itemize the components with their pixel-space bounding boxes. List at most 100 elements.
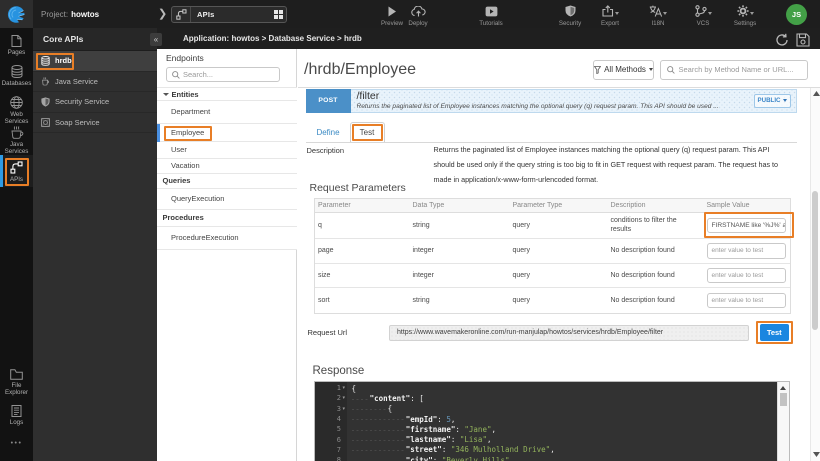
endpoints-section-entities[interactable]: Entities [157,87,297,101]
refresh-icon [775,33,789,47]
endpoint-item-query-execution[interactable]: QueryExecution [157,189,297,210]
deploy-button[interactable]: Deploy [398,5,438,27]
sidebar-header: Core APIs [33,28,157,51]
endpoints-section-procedures[interactable]: Procedures [157,210,297,227]
sample-value-input-page[interactable]: enter value to test [707,243,787,259]
code-line: "city": "Beverly Hills", [347,455,777,461]
table-row-sort: sort string query No description found e… [315,288,790,313]
visibility-dropdown[interactable]: PUBLIC [754,94,791,108]
save-button[interactable] [796,33,810,47]
rail-overflow-dots[interactable]: ••• [0,440,33,447]
search-icon [172,71,180,79]
shield-icon [565,5,576,17]
project-label: Project: howtos [41,0,99,28]
grid-icon[interactable] [274,10,283,19]
code-line: "empId": 5, [347,414,777,424]
endpoints-search-input[interactable]: Search... [166,67,280,82]
table-row-page: page integer query No description found … [315,239,790,264]
sidebar-item-java-service[interactable]: Java Service [33,72,157,93]
vcs-button[interactable]: VCS [683,5,723,27]
security-button[interactable]: Security [550,5,590,27]
code-line-number: 7 [315,445,347,455]
filter-icon [594,66,601,74]
rail-item-logs[interactable]: Logs [0,405,33,426]
breadcrumb[interactable]: Application: howtos > Database Service >… [183,28,362,49]
rail-item-java-services[interactable]: JavaServices [0,126,33,155]
code-line-number: 4 [315,414,347,424]
globe-icon [10,96,23,109]
code-line-number: 8 [315,455,347,461]
caret-down-icon [750,12,754,15]
sidebar-item-soap-service[interactable]: Soap Service [33,113,157,134]
log-file-icon [11,405,22,417]
caret-down-icon [649,68,653,71]
coffee-cup-icon [10,126,24,139]
scroll-up-arrow[interactable] [813,91,820,96]
play-icon [387,5,397,17]
code-line: "firstname": "Jane", [347,424,777,434]
caret-down-icon [663,12,667,15]
rail-item-databases[interactable]: Databases [0,65,33,87]
refresh-button[interactable] [775,33,789,47]
annotation-box-hrdb [36,53,74,70]
export-button[interactable]: Export [590,5,630,27]
rail-item-label: FileExplorer [2,382,32,396]
rail-item-web-services[interactable]: WebServices [0,96,33,125]
save-icon [796,33,810,47]
search-placeholder: Search... [183,70,213,79]
wavemaker-logo[interactable] [0,0,33,28]
caret-down-icon [615,12,619,15]
chevron-right-icon: ❯ [158,7,168,21]
user-avatar[interactable]: JS [786,4,807,25]
code-scrollbar[interactable] [777,382,789,461]
post-method-badge[interactable]: POST [306,89,351,114]
scroll-down-arrow[interactable] [813,452,820,457]
sidebar-collapse-button[interactable]: « [150,33,162,46]
sidebar-item-security-service[interactable]: Security Service [33,92,157,113]
caret-down-icon [708,12,712,15]
code-area: { "content": [ { "empId": 5, "firstname"… [347,382,777,461]
description-label: Description [307,146,345,155]
apis-tab-label: APIs [191,10,274,19]
sample-value-input-size[interactable]: enter value to test [707,268,787,284]
table-row-size: size integer query No description found … [315,264,790,289]
settings-button[interactable]: Settings [725,5,765,27]
response-heading: Response [313,365,365,377]
rail-item-apis-content[interactable]: APIs [0,161,33,183]
tab-define[interactable]: Define [312,124,344,141]
triangle-down-icon [163,93,169,96]
sidebar-title: Core APIs [43,34,83,44]
folder-icon [10,369,23,380]
code-line: "street": "346 Mulholland Drive", [347,445,777,455]
endpoint-item-department[interactable]: Department [157,101,297,124]
request-url-label: Request Url [308,328,348,337]
code-line-number: 6 [315,434,347,444]
endpoints-section-queries[interactable]: Queries [157,174,297,190]
code-line-number: 5 [315,424,347,434]
i18n-button[interactable]: I18N [638,5,678,27]
database-icon [11,65,23,78]
coffee-cup-icon [41,77,50,86]
export-icon [602,5,619,17]
code-line-number: 3▾ [315,404,347,414]
rail-item-pages[interactable]: Pages [0,35,33,56]
response-code-editor[interactable]: 1▾2▾3▾45678 { "content": [ { "empId": 5,… [314,381,790,461]
scrollbar-thumb[interactable] [780,393,787,406]
rail-item-label: WebServices [2,111,32,125]
endpoint-item-procedure-execution[interactable]: ProcedureExecution [157,227,297,250]
apis-workspace-tab[interactable]: APIs [171,6,287,23]
endpoint-item-user[interactable]: User [157,142,297,159]
apis-icon [10,161,23,174]
sample-value-input-sort[interactable]: enter value to test [707,293,787,309]
tutorials-button[interactable]: Tutorials [471,5,511,27]
video-icon [485,5,498,17]
scrollbar-thumb[interactable] [812,191,819,330]
endpoint-item-vacation[interactable]: Vacation [157,159,297,174]
rail-item-file-explorer[interactable]: FileExplorer [0,369,33,396]
method-search-input[interactable]: Search by Method Name or URL... [660,60,808,81]
methods-filter-dropdown[interactable]: All Methods [593,60,654,81]
method-path: /filter [357,90,380,102]
scroll-up-arrow[interactable] [779,384,787,391]
shield-icon [41,97,50,106]
request-url-input[interactable]: https://www.wavemakeronline.com/run-manj… [389,325,749,341]
